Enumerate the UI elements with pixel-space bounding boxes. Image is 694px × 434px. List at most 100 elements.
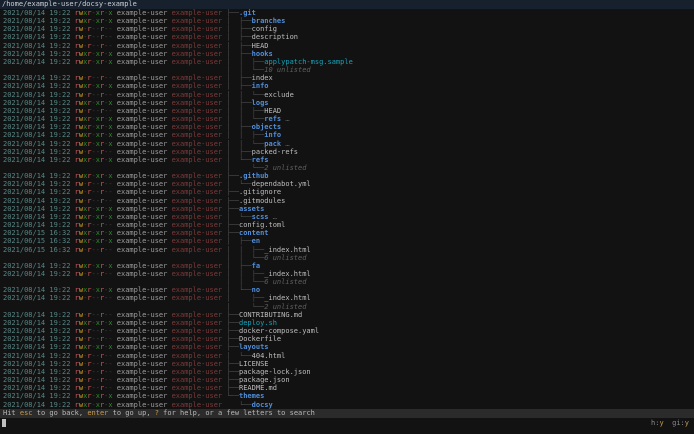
tree-row[interactable]: 2021/08/14 19:22 rw-r--r-- example-user exa…	[0, 368, 694, 376]
tree-row[interactable]: 2021/08/14 19:22 rwxr-xr-x example-user exa…	[0, 58, 694, 66]
tree-row[interactable]: 2021/08/14 19:22 rwxr-xr-x example-user exa…	[0, 392, 694, 400]
entry-owner: example-user	[116, 115, 168, 124]
tree-row[interactable]: 2021/08/14 19:22 rwxr-xr-x example-user exa…	[0, 262, 694, 270]
tree-branch: │ │ ├──	[226, 245, 265, 254]
tree-row[interactable]: 2021/08/14 19:22 rw-r--r-- example-user exa…	[0, 25, 694, 33]
entry-permissions: rwxr-xr-x	[74, 237, 113, 246]
entry-date: 2021/08/14 19:22	[3, 155, 71, 164]
tree-row[interactable]: 2021/08/14 19:22 rw-r--r-- example-user exa…	[0, 270, 694, 278]
tree-branch: │ ├──	[226, 74, 252, 83]
tree-row[interactable]: 2021/08/14 19:22 rwxr-xr-x example-user exa…	[0, 82, 694, 90]
tree-row[interactable]: 2021/08/14 19:22 rwxr-xr-x example-user exa…	[0, 213, 694, 221]
entry-permissions: rwxr-xr-x	[74, 115, 113, 124]
tree-row[interactable]: 2021/08/14 19:22 rwxr-xr-x example-user exa…	[0, 286, 694, 294]
tree-row[interactable]: 2021/08/14 19:22 rwxr-xr-x example-user exa…	[0, 401, 694, 409]
tree-row[interactable]: 2021/08/14 19:22 rw-r--r-- example-user exa…	[0, 188, 694, 196]
tree-row[interactable]: 2021/08/14 19:22 rwxr-xr-x example-user exa…	[0, 156, 694, 164]
tree-branch: │ ├──	[226, 294, 265, 303]
tree-row[interactable]: 2021/08/14 19:22 rw-r--r-- example-user exa…	[0, 91, 694, 99]
entry-name: objects	[251, 123, 282, 132]
tree-row[interactable]: 2021/08/14 19:22 rw-r--r-- example-user exa…	[0, 107, 694, 115]
tree-row[interactable]: 2021/08/14 19:22 rwxr-xr-x example-user exa…	[0, 99, 694, 107]
tree-row[interactable]: 2021/08/14 19:22 rw-r--r-- example-user exa…	[0, 74, 694, 82]
tree-row[interactable]: 2021/08/14 19:22 rwxr-xr-x example-user exa…	[0, 205, 694, 213]
entry-owner: example-user	[116, 180, 168, 189]
entry-date: 2021/08/14 19:22	[3, 367, 71, 376]
entry-name: logs	[251, 98, 269, 107]
entry-name: packed-refs	[251, 147, 298, 156]
tree-row[interactable]: │ │ └──6 unlisted	[0, 254, 694, 262]
text-cursor	[2, 419, 6, 427]
tree-row[interactable]: │ └──2 unlisted	[0, 303, 694, 311]
entry-owner: example-user	[116, 367, 168, 376]
entry-group: example-user	[171, 335, 223, 344]
entry-owner: example-user	[116, 139, 168, 148]
tree-row[interactable]: 2021/08/14 19:22 rwxr-xr-x example-user exa…	[0, 123, 694, 131]
file-tree: 2021/08/14 19:22 rwxr-xr-x example-user exa…	[0, 9, 694, 409]
entry-group: example-user	[171, 204, 223, 213]
status-text: Hit	[3, 409, 20, 417]
entry-owner: example-user	[116, 188, 168, 197]
tree-row[interactable]: 2021/08/14 19:22 rw-r--r-- example-user exa…	[0, 360, 694, 368]
entry-date: 2021/08/14 19:22	[3, 106, 71, 115]
entry-owner: example-user	[116, 245, 168, 254]
tree-row[interactable]: 2021/08/14 19:22 rwxr-xr-x example-user exa…	[0, 17, 694, 25]
tree-row[interactable]: 2021/06/15 16:32 rwxr-xr-x example-user exa…	[0, 237, 694, 245]
tree-branch: │ ├──	[226, 25, 252, 34]
broot-terminal: /home/example-user/docsy-example 2021/08…	[0, 0, 694, 434]
tree-row[interactable]: 2021/08/14 19:22 rwxr-xr-x example-user exa…	[0, 50, 694, 58]
entry-name: exclude	[264, 90, 294, 99]
entry-owner: example-user	[116, 204, 168, 213]
entry-group: example-user	[171, 359, 223, 368]
tree-branch: ├──	[226, 229, 239, 238]
tree-row[interactable]: 2021/08/14 19:22 rwxr-xr-x example-user exa…	[0, 131, 694, 139]
entry-owner: example-user	[116, 98, 168, 107]
entry-owner: example-user	[116, 49, 168, 58]
unlisted-ellipsis: …	[281, 139, 290, 148]
tree-row[interactable]: │ └──2 unlisted	[0, 164, 694, 172]
entry-permissions: rw-r--r--	[74, 180, 113, 189]
entry-permissions: rw-r--r--	[74, 106, 113, 115]
tree-row[interactable]: 2021/08/14 19:22 rw-r--r-- example-user exa…	[0, 42, 694, 50]
tree-row[interactable]: 2021/08/14 19:22 rw-r--r-- example-user exa…	[0, 294, 694, 302]
entry-group: example-user	[171, 123, 223, 132]
tree-row[interactable]: 2021/08/14 19:22 rw-r--r-- example-user exa…	[0, 352, 694, 360]
tree-row[interactable]: 2021/08/14 19:22 rw-r--r-- example-user exa…	[0, 311, 694, 319]
tree-row[interactable]: 2021/08/14 19:22 rw-r--r-- example-user exa…	[0, 148, 694, 156]
tree-row[interactable]: 2021/08/14 19:22 rw-r--r-- example-user exa…	[0, 180, 694, 188]
entry-permissions: rw-r--r--	[74, 41, 113, 50]
tree-row[interactable]: 2021/08/14 19:22 rwxr-xr-x example-user exa…	[0, 115, 694, 123]
tree-branch: ├──	[226, 221, 239, 230]
tree-row[interactable]: 2021/06/15 16:32 rwxr-xr-x example-user exa…	[0, 229, 694, 237]
tree-row[interactable]: 2021/08/14 19:22 rwxr-xr-x example-user exa…	[0, 140, 694, 148]
tree-branch: ├──	[226, 343, 239, 352]
tree-branch: ├──	[226, 318, 239, 327]
tree-row[interactable]: 2021/08/14 19:22 rw-r--r-- example-user exa…	[0, 376, 694, 384]
tree-row[interactable]: 2021/08/14 19:22 rw-r--r-- example-user exa…	[0, 197, 694, 205]
tree-row[interactable]: 2021/08/14 19:22 rwxr-xr-x example-user exa…	[0, 343, 694, 351]
tree-row[interactable]: 2021/08/14 19:22 rwxr-xr-x example-user exa…	[0, 172, 694, 180]
tree-row[interactable]: 2021/08/14 19:22 rwxr-xr-x example-user exa…	[0, 319, 694, 327]
tree-row[interactable]: 2021/08/14 19:22 rw-r--r-- example-user exa…	[0, 335, 694, 343]
tree-branch: ├──	[226, 376, 239, 385]
tree-row[interactable]: 2021/08/14 19:22 rw-r--r-- example-user exa…	[0, 221, 694, 229]
entry-name: docsy	[251, 400, 273, 409]
entry-date: 2021/08/14 19:22	[3, 147, 71, 156]
tree-row[interactable]: 2021/08/14 19:22 rw-r--r-- example-user exa…	[0, 33, 694, 41]
entry-owner: example-user	[116, 131, 168, 140]
search-input[interactable]: h:y gi:y	[0, 418, 694, 428]
entry-date: 2021/08/14 19:22	[3, 131, 71, 140]
tree-row[interactable]: 2021/06/15 16:32 rw-r--r-- example-user exa…	[0, 246, 694, 254]
entry-group: example-user	[171, 212, 223, 221]
entry-date: 2021/08/14 19:22	[3, 180, 71, 189]
tree-row[interactable]: 2021/08/14 19:22 rwxr-xr-x example-user exa…	[0, 9, 694, 17]
entry-date: 2021/08/14 19:22	[3, 25, 71, 34]
entry-permissions: rw-r--r--	[74, 367, 113, 376]
tree-row[interactable]: 2021/08/14 19:22 rw-r--r-- example-user exa…	[0, 384, 694, 392]
tree-row[interactable]: 2021/08/14 19:22 rw-r--r-- example-user exa…	[0, 327, 694, 335]
tree-row[interactable]: │ │ └──10 unlisted	[0, 66, 694, 74]
entry-group: example-user	[171, 98, 223, 107]
entry-group: example-user	[171, 229, 223, 238]
tree-row[interactable]: │ │ └──6 unlisted	[0, 278, 694, 286]
entry-owner: example-user	[116, 155, 168, 164]
